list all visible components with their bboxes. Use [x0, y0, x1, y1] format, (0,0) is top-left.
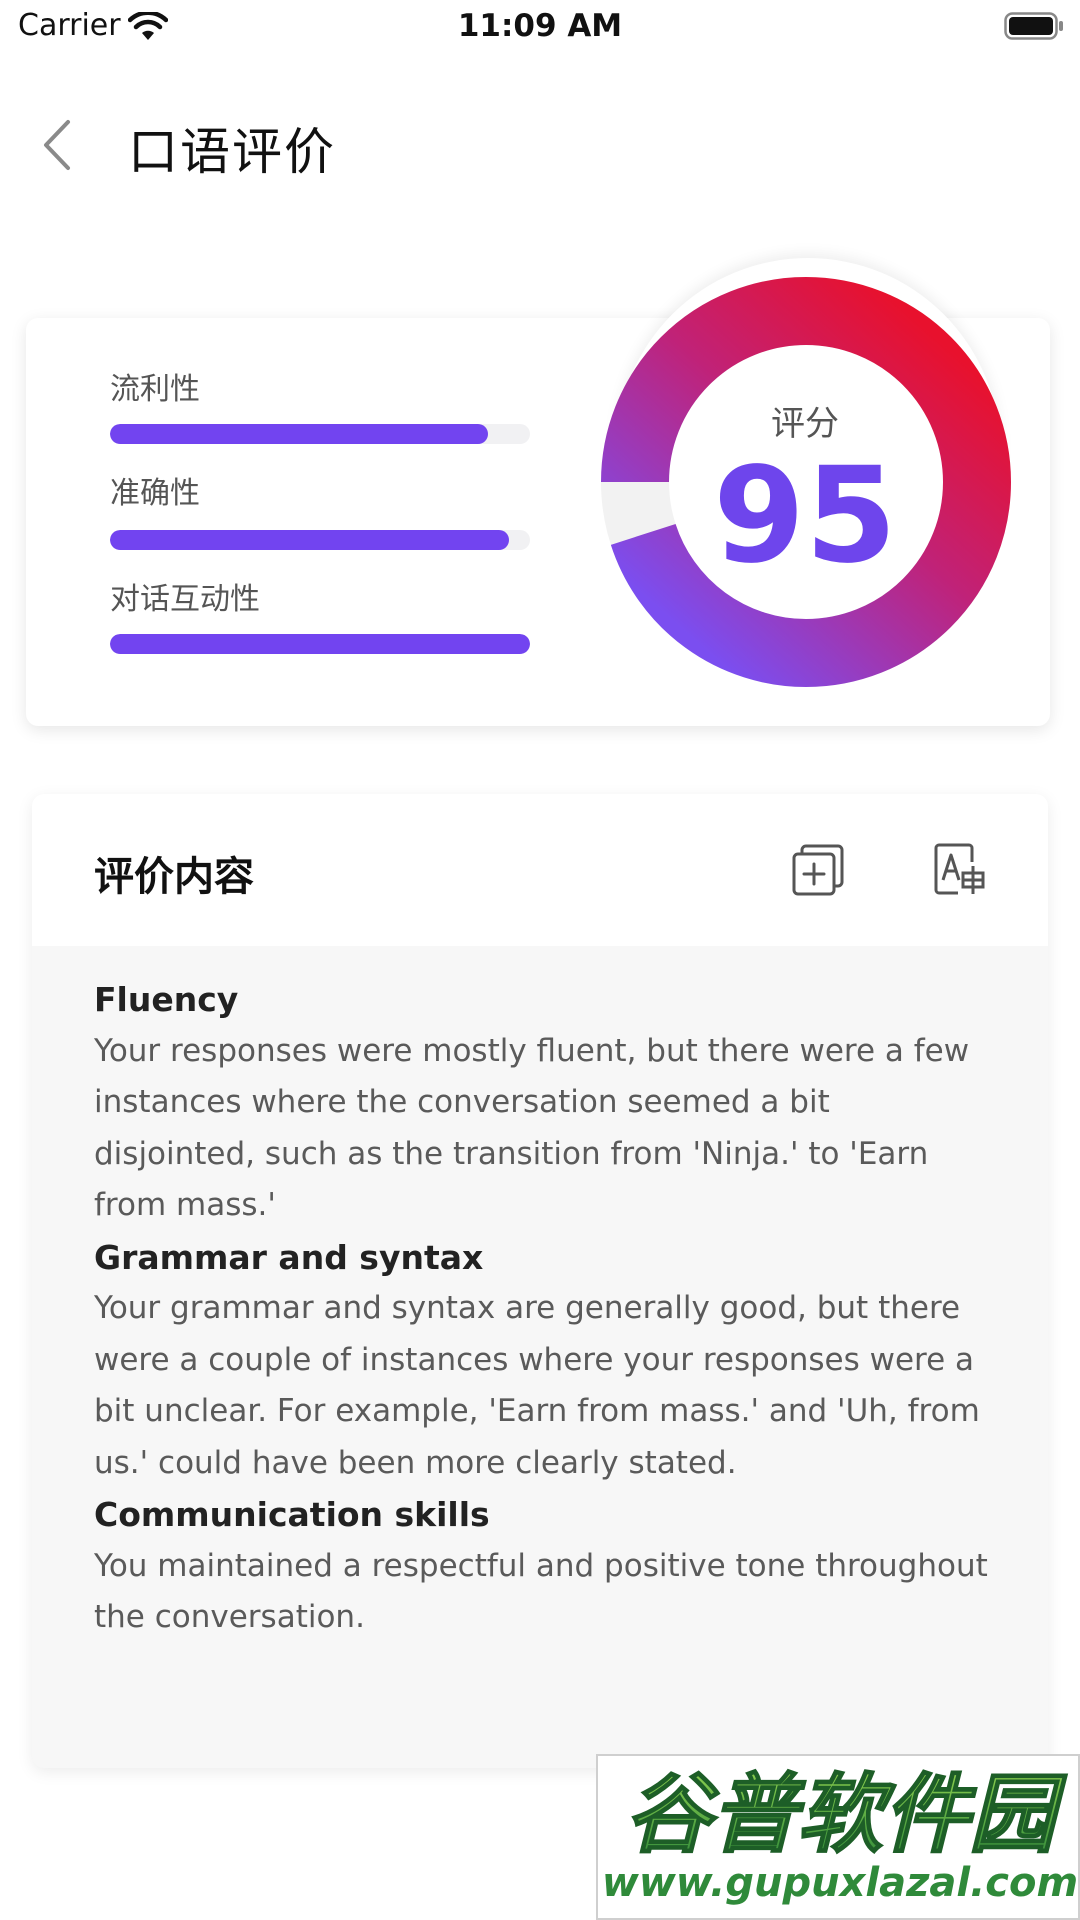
score-value: 95	[713, 439, 897, 593]
section-heading-fluency: Fluency	[94, 980, 239, 1019]
section-text-grammar: Your grammar and syntax are generally go…	[94, 1290, 980, 1481]
battery-icon	[1004, 12, 1063, 40]
clock: 11:09 AM	[457, 8, 623, 44]
translate-icon[interactable]	[932, 842, 988, 898]
metric-label-interaction: 对话互动性	[110, 582, 260, 617]
metric-bar-accuracy	[110, 530, 530, 550]
metric-bar-fill	[110, 634, 530, 654]
section-heading-communication: Communication skills	[94, 1495, 490, 1534]
metric-label-accuracy: 准确性	[110, 476, 200, 511]
evaluation-header: 评价内容	[32, 794, 1048, 946]
watermark-logo-text: 谷普软件园	[625, 1765, 1067, 1864]
score-caption: 评分	[771, 404, 839, 444]
evaluation-body: Fluency Your responses were mostly fluen…	[94, 974, 994, 1644]
section-heading-grammar: Grammar and syntax	[94, 1237, 484, 1277]
metric-bar-fill	[110, 530, 509, 550]
watermark-logo: 谷普软件园	[624, 1764, 1068, 1864]
section-text-fluency: Your responses were mostly fluent, but t…	[94, 1032, 970, 1224]
metric-bar-interaction	[110, 634, 530, 654]
status-bar: Carrier 11:09 AM	[0, 0, 1080, 56]
copy-add-icon[interactable]	[790, 842, 846, 898]
page-title: 口语评价	[128, 123, 336, 181]
metric-label-fluency: 流利性	[110, 372, 200, 407]
metric-bar-fill	[110, 424, 488, 444]
metric-bar-fluency	[110, 424, 530, 444]
evaluation-card: 评价内容 Fluency Your responses were mostly …	[32, 794, 1048, 1768]
watermark-url: www.gupuxlazal.com	[601, 1860, 1079, 1906]
watermark: 谷普软件园 www.gupuxlazal.com	[596, 1754, 1080, 1920]
section-text-communication: You maintained a respectful and positive…	[94, 1547, 988, 1636]
back-chevron-icon[interactable]	[40, 118, 76, 172]
evaluation-title: 评价内容	[94, 854, 254, 900]
